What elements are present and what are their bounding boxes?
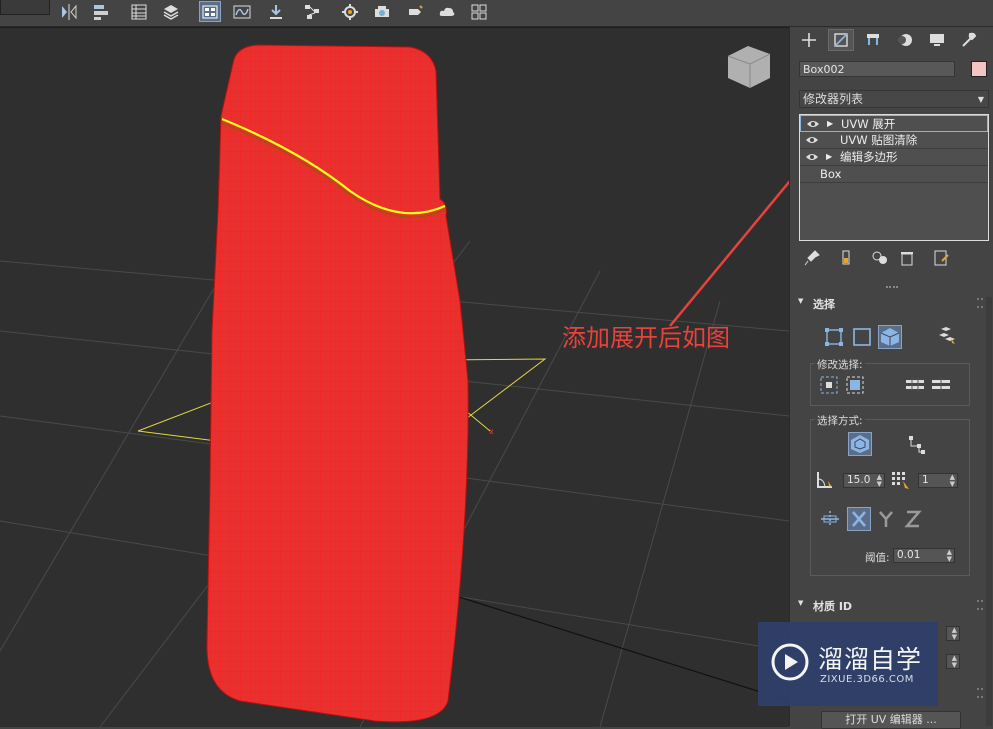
rendered-frame-icon[interactable] bbox=[371, 1, 393, 22]
hierarchy-tab-icon[interactable] bbox=[860, 29, 886, 51]
modifier-list-label: 修改器列表 bbox=[803, 92, 864, 106]
element-count-value: 1 bbox=[922, 474, 929, 486]
material-id-rollout-title: 材质 ID bbox=[813, 600, 853, 613]
eye-icon[interactable] bbox=[806, 118, 820, 130]
expand-arrow-icon[interactable]: ▶ bbox=[827, 116, 833, 132]
polygon-select-icon[interactable] bbox=[878, 325, 902, 349]
modify-selection-label: 修改选择: bbox=[815, 357, 865, 372]
select-id-spinner[interactable]: ▲ ▼ bbox=[946, 654, 960, 669]
render-setup-icon[interactable] bbox=[339, 1, 361, 22]
threshold-spinner[interactable]: 0.01 ▲ ▼ bbox=[893, 548, 955, 563]
selection-rollout: ▼ 选择 修改选择: 选择方式: 15.0 ▲ ▼ 1 ▲ ▼ 阈值: 0.01… bbox=[796, 295, 986, 589]
edge-select-icon[interactable] bbox=[850, 325, 874, 349]
object-color-swatch[interactable] bbox=[971, 61, 987, 77]
angle-value: 15.0 bbox=[847, 474, 871, 486]
z-axis-toggle-icon[interactable] bbox=[901, 507, 925, 531]
motion-tab-icon[interactable] bbox=[892, 29, 918, 51]
select-by-topology-icon[interactable] bbox=[905, 432, 929, 456]
eye-icon[interactable] bbox=[805, 151, 819, 163]
annotation-text: 添加展开后如图 bbox=[562, 324, 730, 352]
command-panel-tabs bbox=[790, 27, 993, 53]
shrink-selection-icon[interactable] bbox=[843, 373, 867, 397]
select-by-angle-icon[interactable] bbox=[813, 468, 837, 492]
panel-scrollbar[interactable] bbox=[986, 297, 992, 726]
select-by-element-icon[interactable] bbox=[935, 323, 959, 347]
stack-toolbar bbox=[799, 249, 989, 269]
pin-stack-icon[interactable] bbox=[803, 249, 821, 267]
grow-selection-icon[interactable] bbox=[817, 373, 841, 397]
threshold-value: 0.01 bbox=[897, 549, 921, 561]
configure-modifier-sets-icon[interactable] bbox=[932, 249, 950, 267]
select-ring-icon[interactable] bbox=[903, 373, 927, 397]
stack-item-uvw-unwrap[interactable]: ▶ UVW 展开 bbox=[800, 115, 988, 132]
select-by-label: 选择方式: bbox=[815, 413, 865, 428]
planar-select-icon[interactable] bbox=[818, 507, 842, 531]
angle-spinner[interactable]: 15.0 ▲ ▼ bbox=[843, 473, 885, 488]
selection-filter-dropdown[interactable] bbox=[0, 0, 50, 15]
stack-item-box[interactable]: Box bbox=[800, 166, 988, 183]
viewport-scene: z y x bbox=[0, 44, 789, 727]
curve-editor-icon[interactable] bbox=[231, 1, 253, 22]
x-axis-toggle-icon[interactable] bbox=[847, 507, 871, 531]
modifier-stack: ▶ UVW 展开 UVW 贴图清除 ▶ 编辑多边形 Box bbox=[799, 114, 989, 241]
make-unique-icon[interactable] bbox=[871, 249, 889, 267]
main-toolbar bbox=[0, 0, 993, 27]
select-by-group: 选择方式: 15.0 ▲ ▼ 1 ▲ ▼ 阈值: 0.01 ▲ ▼ bbox=[810, 413, 970, 576]
ribbon-icon[interactable] bbox=[199, 1, 221, 22]
axis-label-x: x bbox=[489, 427, 494, 436]
align-icon[interactable] bbox=[90, 1, 112, 22]
annotation-arrow bbox=[669, 180, 789, 327]
watermark-brand: 溜溜自学 bbox=[818, 645, 923, 674]
utilities-tab-icon[interactable] bbox=[956, 29, 982, 51]
play-logo-icon bbox=[771, 643, 809, 681]
stack-item-label: UVW 贴图清除 bbox=[840, 133, 918, 147]
stack-item-edit-poly[interactable]: ▶ 编辑多边形 bbox=[800, 149, 988, 166]
element-select-icon[interactable] bbox=[889, 468, 913, 492]
y-axis-toggle-icon[interactable] bbox=[874, 507, 898, 531]
selection-rollout-title: 选择 bbox=[813, 298, 835, 311]
remove-modifier-icon[interactable] bbox=[898, 249, 916, 267]
mirror-icon[interactable] bbox=[58, 1, 80, 22]
view-cube-icon bbox=[727, 46, 771, 88]
layers-icon[interactable] bbox=[160, 1, 182, 22]
threshold-label: 阈值: bbox=[865, 552, 890, 564]
eye-icon[interactable] bbox=[805, 134, 819, 146]
material-id-rollout-header[interactable]: ▼ 材质 ID bbox=[796, 597, 986, 613]
watermark-url: ZIXUE.3D66.COM bbox=[820, 674, 914, 685]
object-name-field[interactable]: Box002 bbox=[799, 61, 955, 77]
watermark-logo: 溜溜自学 ZIXUE.3D66.COM bbox=[758, 622, 938, 706]
material-id-spinner[interactable]: ▲ ▼ bbox=[946, 626, 960, 641]
render-cloud-icon[interactable] bbox=[436, 1, 458, 22]
download-icon[interactable] bbox=[265, 1, 287, 22]
stack-item-label: 编辑多边形 bbox=[840, 150, 898, 164]
stack-item-label: UVW 展开 bbox=[841, 117, 896, 131]
element-count-spinner[interactable]: 1 ▲ ▼ bbox=[918, 473, 958, 488]
select-by-element-toggle-icon[interactable] bbox=[848, 432, 872, 456]
select-loop-icon[interactable] bbox=[929, 373, 953, 397]
modify-tab-icon[interactable] bbox=[828, 29, 854, 51]
bottle-mesh bbox=[206, 44, 469, 723]
dropdown-arrow-icon: ▼ bbox=[977, 95, 984, 104]
perspective-viewport[interactable]: z y x 添加展开后如图 bbox=[0, 27, 789, 727]
modify-selection-group: 修改选择: bbox=[810, 357, 970, 406]
show-end-result-icon[interactable] bbox=[837, 249, 855, 267]
stack-item-label: Box bbox=[820, 167, 842, 181]
scene-explorer-icon[interactable] bbox=[128, 1, 150, 22]
schematic-view-icon[interactable] bbox=[301, 1, 323, 22]
selection-rollout-header[interactable]: ▼ 选择 bbox=[796, 295, 986, 311]
environment-icon[interactable] bbox=[468, 1, 490, 22]
display-tab-icon[interactable] bbox=[924, 29, 950, 51]
stack-item-uvw-map-clear[interactable]: UVW 贴图清除 bbox=[800, 132, 988, 149]
create-tab-icon[interactable] bbox=[796, 29, 822, 51]
vertex-select-icon[interactable] bbox=[822, 325, 846, 349]
panel-divider[interactable] bbox=[886, 286, 898, 288]
open-uv-editor-button[interactable]: 打开 UV 编辑器 ... bbox=[821, 711, 961, 729]
modifier-list-dropdown[interactable]: 修改器列表 ▼ bbox=[799, 90, 989, 108]
render-production-icon[interactable] bbox=[404, 1, 426, 22]
expand-arrow-icon[interactable]: ▶ bbox=[826, 149, 832, 165]
